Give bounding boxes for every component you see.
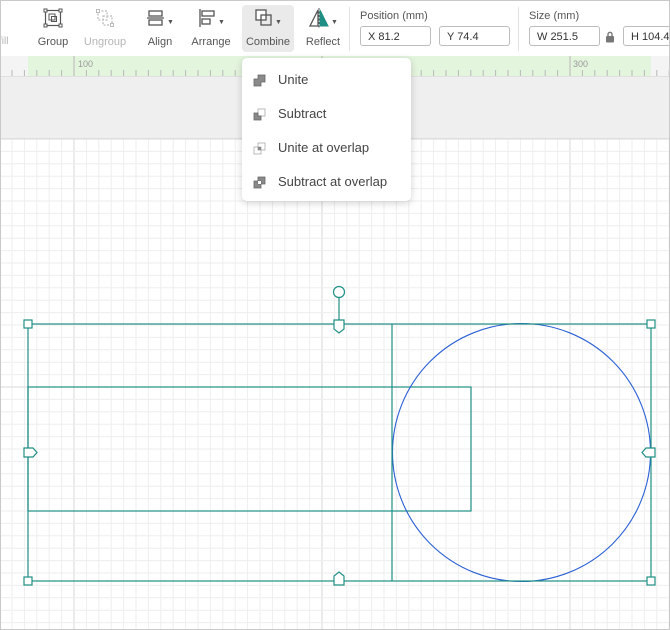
combine-button[interactable]: ▼ Combine [242,5,294,52]
rotate-handle[interactable] [332,285,346,299]
combine-icon [255,9,272,26]
resize-handle-right[interactable] [641,447,656,458]
arrange-button[interactable]: ▼ Arrange [190,5,232,52]
resize-handle-bottom[interactable] [333,571,345,586]
ruler-label: 100 [78,59,94,69]
rectangle-shape[interactable] [27,386,472,512]
resize-handle-top[interactable] [333,319,345,334]
toolbar-divider [518,7,519,51]
resize-handle-top-left[interactable] [23,319,33,329]
align-button[interactable]: ▼ Align [143,5,177,52]
reflect-icon [308,8,329,28]
ungroup-icon [95,5,115,31]
subtract-icon [253,108,266,121]
subtract-at-overlap-icon [253,176,266,189]
combine-dropdown-menu: Unite Subtract Unite at overlap Subtract… [242,58,411,201]
ungroup-button[interactable]: Ungroup [81,5,129,52]
resize-handle-bottom-right[interactable] [646,576,656,586]
align-icon [147,10,165,26]
group-icon [43,5,63,31]
chevron-down-icon: ▼ [275,18,282,26]
app-window: fill Group Ungroup ▼ Align ▼ [0,0,670,630]
selection-box[interactable] [27,323,652,582]
unite-icon [253,74,266,87]
group-button[interactable]: Group [34,5,72,52]
ruler-label: 300 [573,59,589,69]
size-title: Size (mm) [529,10,580,22]
chevron-down-icon: ▼ [218,18,225,26]
size-width-field[interactable]: W 251.5 [529,26,600,46]
chevron-down-icon: ▼ [331,18,338,26]
reflect-button[interactable]: ▼ Reflect [303,5,343,52]
position-title: Position (mm) [360,10,428,22]
lock-icon[interactable] [605,30,615,48]
menu-item-unite-at-overlap[interactable]: Unite at overlap [242,133,411,163]
resize-handle-bottom-left[interactable] [23,576,33,586]
resize-handle-top-right[interactable] [646,319,656,329]
menu-item-unite[interactable]: Unite [242,65,411,95]
fill-label: fill [1,36,9,47]
toolbar-divider [349,7,350,51]
chevron-down-icon: ▼ [167,18,174,26]
menu-item-subtract-at-overlap[interactable]: Subtract at overlap [242,167,411,197]
menu-item-subtract[interactable]: Subtract [242,99,411,129]
design-canvas[interactable] [1,139,670,630]
toolbar: fill Group Ungroup ▼ Align ▼ [1,1,669,56]
circle-shape[interactable] [391,322,652,583]
position-x-field[interactable]: X 81.2 [360,26,431,46]
resize-handle-left[interactable] [23,447,38,458]
position-y-field[interactable]: Y 74.4 [439,26,510,46]
size-height-field[interactable]: H 104.4 [623,26,669,46]
canvas-objects[interactable] [1,139,670,630]
arrange-icon [199,9,215,27]
unite-at-overlap-icon [253,142,266,155]
